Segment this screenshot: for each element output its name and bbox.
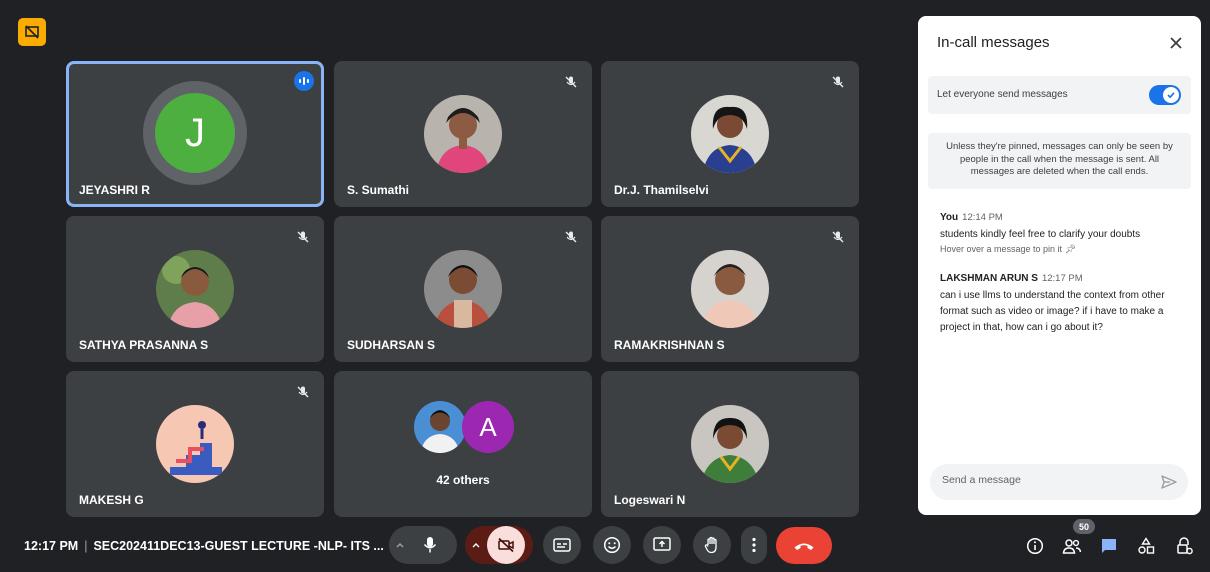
- avatar: [691, 95, 769, 173]
- microphone-button[interactable]: [411, 526, 449, 564]
- presentation-indicator-icon[interactable]: [18, 18, 46, 46]
- pin-hint: Hover over a message to pin it: [940, 244, 1063, 254]
- chat-message[interactable]: LAKSHMAN ARUN S 12:17 PM can i use llms t…: [940, 268, 1180, 336]
- in-call-messages-panel: In-call messages Let everyone send messa…: [918, 16, 1201, 515]
- avatar: [691, 250, 769, 328]
- avatar: [156, 405, 234, 483]
- hand-icon: [704, 536, 717, 554]
- avatar: [691, 405, 769, 483]
- host-controls-icon[interactable]: [1172, 535, 1196, 557]
- others-count: 42 others: [436, 473, 490, 487]
- info-icon[interactable]: [1023, 535, 1047, 557]
- camera-control-group: [465, 526, 533, 564]
- check-icon: [1163, 87, 1179, 103]
- participant-tile[interactable]: S. Sumathi: [334, 61, 592, 207]
- send-messages-setting: Let everyone send messages: [928, 76, 1191, 114]
- emoji-icon: [603, 536, 621, 554]
- mic-control-group: [389, 526, 457, 564]
- microphone-icon: [423, 537, 437, 553]
- present-button[interactable]: [643, 526, 681, 564]
- call-end-icon: [794, 543, 814, 550]
- message-text: students kindly feel free to clarify you…: [940, 229, 1141, 240]
- participant-tile[interactable]: SUDHARSAN S: [334, 216, 592, 362]
- participant-name: SUDHARSAN S: [347, 338, 436, 352]
- send-messages-toggle[interactable]: [1149, 85, 1181, 105]
- mic-off-icon: [562, 228, 580, 246]
- participant-name: SATHYA PRASANNA S: [79, 338, 209, 352]
- participant-tile[interactable]: SATHYA PRASANNA S: [66, 216, 324, 362]
- message-sender: LAKSHMAN ARUN S: [940, 273, 1038, 284]
- participant-name: JEYASHRI R: [79, 183, 150, 197]
- participant-name: MAKESH G: [79, 493, 144, 507]
- mic-off-icon: [294, 383, 312, 401]
- mic-off-icon: [562, 73, 580, 91]
- participant-name: Logeswari N: [614, 493, 686, 507]
- participant-name: S. Sumathi: [347, 183, 410, 197]
- message-time: 12:17 PM: [1041, 273, 1083, 284]
- mic-off-icon: [829, 73, 847, 91]
- chat-icon[interactable]: [1097, 535, 1121, 557]
- captions-button[interactable]: [543, 526, 581, 564]
- reactions-button[interactable]: [593, 526, 631, 564]
- mic-off-icon: [294, 228, 312, 246]
- people-icon[interactable]: [1060, 535, 1084, 557]
- leave-call-button[interactable]: [776, 527, 832, 564]
- send-icon[interactable]: [1160, 473, 1178, 491]
- message-sender: You: [940, 212, 959, 223]
- toggle-label: Let everyone send messages: [937, 89, 1068, 100]
- participant-name: RAMAKRISHNAN S: [614, 338, 725, 352]
- mic-off-icon: [829, 228, 847, 246]
- camera-off-icon: [498, 537, 514, 553]
- info-notice: Unless they're pinned, messages can only…: [928, 133, 1191, 189]
- participant-tile[interactable]: Dr.J. Thamilselvi: [601, 61, 859, 207]
- activities-icon[interactable]: [1134, 535, 1158, 557]
- closed-captions-icon: [553, 538, 571, 552]
- avatar: [414, 401, 466, 453]
- divider: |: [84, 539, 88, 553]
- avatar: A: [462, 401, 514, 453]
- close-icon[interactable]: [1165, 32, 1187, 54]
- participant-count-badge: 50: [1073, 519, 1095, 534]
- participant-tile[interactable]: MAKESH G: [66, 371, 324, 517]
- chevron-up-icon[interactable]: [389, 526, 411, 564]
- clock: 12:17 PM: [24, 539, 79, 553]
- avatar: [424, 250, 502, 328]
- message-text: can i use llms to understand the context…: [940, 290, 1165, 333]
- meeting-details: 12:17 PM | SEC202411DEC13-GUEST LECTURE -N…: [24, 539, 384, 553]
- pin-icon: 📌︎: [1064, 244, 1077, 254]
- chevron-up-icon[interactable]: [465, 526, 487, 564]
- others-tile[interactable]: A 42 others: [334, 371, 592, 517]
- speaking-indicator-icon: [294, 71, 314, 91]
- send-message-input[interactable]: [942, 474, 1142, 486]
- avatar: [156, 250, 234, 328]
- participant-tile[interactable]: J JEYASHRI R: [66, 61, 324, 207]
- participant-tile[interactable]: RAMAKRISHNAN S: [601, 216, 859, 362]
- avatar: J: [143, 81, 247, 185]
- meeting-title: SEC202411DEC13-GUEST LECTURE -NLP- ITS .…: [93, 539, 384, 553]
- raise-hand-button[interactable]: [693, 526, 731, 564]
- more-options-button[interactable]: [741, 526, 767, 564]
- participant-tile[interactable]: Logeswari N: [601, 371, 859, 517]
- chat-message[interactable]: You 12:14 PM students kindly feel free to…: [940, 207, 1180, 255]
- present-screen-icon: [653, 537, 671, 551]
- panel-title: In-call messages: [937, 34, 1050, 51]
- message-time: 12:14 PM: [962, 212, 1003, 223]
- participant-name: Dr.J. Thamilselvi: [614, 183, 709, 197]
- message-compose: [930, 464, 1188, 500]
- avatar: [424, 95, 502, 173]
- camera-button[interactable]: [487, 526, 525, 564]
- more-vert-icon: [752, 537, 756, 553]
